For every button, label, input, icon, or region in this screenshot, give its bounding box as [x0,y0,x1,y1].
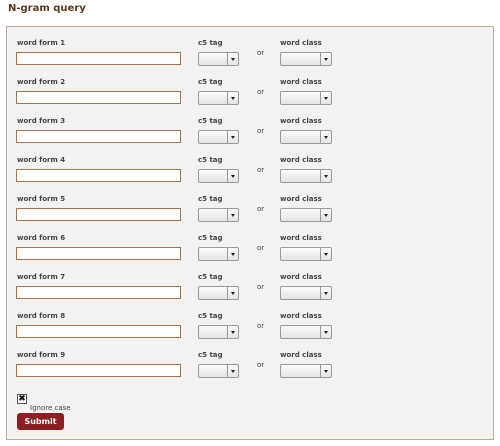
word-class-select[interactable] [280,325,332,339]
or-label: or [257,322,265,330]
word-class-select[interactable] [280,286,332,300]
word-form-label: word form 4 [17,156,66,164]
word-class-label: word class [280,39,322,47]
word-class-label: word class [280,273,322,281]
c5-tag-select[interactable] [198,286,239,300]
word-row: word form 3 c5 tag or word class [7,117,493,153]
word-class-select[interactable] [280,364,332,378]
ignore-case-label: Ignore case [30,404,71,412]
word-row: word form 4 c5 tag or word class [7,156,493,192]
c5-tag-label: c5 tag [198,351,223,359]
word-class-label: word class [280,312,322,320]
word-class-label: word class [280,195,322,203]
word-form-label: word form 8 [17,312,66,320]
word-row: word form 8 c5 tag or word class [7,312,493,348]
chevron-down-icon [227,131,238,143]
word-form-input[interactable] [16,247,181,260]
word-form-label: word form 5 [17,195,66,203]
chevron-down-icon [320,365,331,377]
word-form-label: word form 7 [17,273,66,281]
word-row: word form 2 c5 tag or word class [7,78,493,114]
page-title: N-gram query [8,3,86,14]
word-form-input[interactable] [16,364,181,377]
c5-tag-label: c5 tag [198,78,223,86]
or-label: or [257,361,265,369]
c5-tag-select[interactable] [198,364,239,378]
or-label: or [257,88,265,96]
word-row: word form 9 c5 tag or word class [7,351,493,387]
c5-tag-select[interactable] [198,52,239,66]
chevron-down-icon [227,92,238,104]
chevron-down-icon [320,326,331,338]
c5-tag-label: c5 tag [198,273,223,281]
word-form-input[interactable] [16,52,181,65]
word-form-input[interactable] [16,325,181,338]
chevron-down-icon [320,92,331,104]
word-row: word form 7 c5 tag or word class [7,273,493,309]
chevron-down-icon [227,365,238,377]
c5-tag-select[interactable] [198,247,239,261]
chevron-down-icon [320,287,331,299]
chevron-down-icon [227,287,238,299]
chevron-down-icon [320,170,331,182]
word-form-label: word form 9 [17,351,66,359]
or-label: or [257,49,265,57]
word-form-input[interactable] [16,169,181,182]
c5-tag-label: c5 tag [198,312,223,320]
word-class-label: word class [280,351,322,359]
chevron-down-icon [320,53,331,65]
c5-tag-select[interactable] [198,325,239,339]
or-label: or [257,244,265,252]
c5-tag-select[interactable] [198,169,239,183]
ignore-case-checkbox[interactable]: ✖ [17,394,27,404]
word-row: word form 1 c5 tag or word class [7,39,493,75]
chevron-down-icon [320,209,331,221]
word-class-label: word class [280,156,322,164]
word-row: word form 5 c5 tag or word class [7,195,493,231]
c5-tag-label: c5 tag [198,156,223,164]
chevron-down-icon [227,248,238,260]
word-form-input[interactable] [16,286,181,299]
word-form-label: word form 3 [17,117,66,125]
word-form-input[interactable] [16,208,181,221]
word-form-label: word form 2 [17,78,66,86]
chevron-down-icon [227,53,238,65]
c5-tag-label: c5 tag [198,234,223,242]
c5-tag-select[interactable] [198,208,239,222]
word-form-label: word form 6 [17,234,66,242]
or-label: or [257,283,265,291]
word-class-label: word class [280,78,322,86]
word-class-select[interactable] [280,130,332,144]
chevron-down-icon [227,209,238,221]
or-label: or [257,205,265,213]
word-class-select[interactable] [280,169,332,183]
word-class-select[interactable] [280,52,332,66]
or-label: or [257,166,265,174]
submit-button[interactable]: Submit [17,413,64,430]
c5-tag-select[interactable] [198,130,239,144]
c5-tag-label: c5 tag [198,39,223,47]
chevron-down-icon [320,131,331,143]
word-class-label: word class [280,117,322,125]
c5-tag-label: c5 tag [198,117,223,125]
word-class-label: word class [280,234,322,242]
chevron-down-icon [227,326,238,338]
c5-tag-select[interactable] [198,91,239,105]
word-form-label: word form 1 [17,39,66,47]
chevron-down-icon [227,170,238,182]
word-row: word form 6 c5 tag or word class [7,234,493,270]
chevron-down-icon [320,248,331,260]
word-form-input[interactable] [16,91,181,104]
c5-tag-label: c5 tag [198,195,223,203]
or-label: or [257,127,265,135]
word-class-select[interactable] [280,91,332,105]
word-class-select[interactable] [280,208,332,222]
ngram-query-form: word form 1 c5 tag or word class word fo… [6,26,494,440]
word-form-input[interactable] [16,130,181,143]
word-class-select[interactable] [280,247,332,261]
